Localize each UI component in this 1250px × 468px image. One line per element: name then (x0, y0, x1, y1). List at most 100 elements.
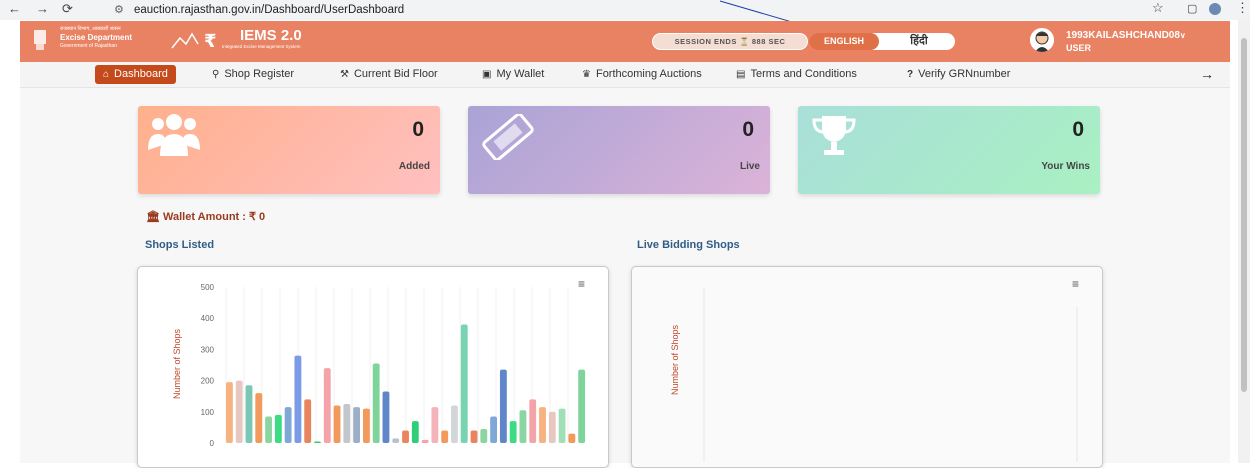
chart-bar[interactable] (382, 391, 390, 443)
user-role: USER (1066, 43, 1092, 53)
dept-sub: Government of Rajasthan (60, 43, 117, 49)
nav-label: My Wallet (496, 68, 545, 80)
file-icon: ▤ (736, 69, 746, 80)
chart-bar[interactable] (421, 439, 429, 443)
arrow-right-icon[interactable]: → (1200, 62, 1214, 87)
chart-bar[interactable] (499, 369, 507, 443)
chart-bar[interactable] (235, 380, 243, 443)
profile-icon[interactable] (1208, 0, 1222, 19)
bank-icon: 🏛 (146, 211, 160, 223)
session-label: SESSION ENDS (674, 37, 737, 46)
nav-terms-conditions[interactable]: ▤ Terms and Conditions (736, 62, 857, 87)
wallet-icon: ▣ (482, 69, 492, 80)
chart-bar[interactable] (509, 421, 517, 443)
ticket-icon (482, 114, 534, 160)
stat-card-wins[interactable]: 0 Your Wins (798, 106, 1100, 194)
chart-bar[interactable] (568, 433, 576, 443)
wallet-label: Wallet Amount : (163, 211, 246, 223)
scrollbar-thumb[interactable] (1241, 38, 1247, 392)
bookmark-star-icon[interactable]: ☆ (1152, 0, 1164, 16)
chart-bar[interactable] (470, 430, 478, 443)
question-icon: ? (907, 69, 914, 80)
chart-bar[interactable] (558, 408, 566, 443)
chart-bar[interactable] (323, 368, 331, 443)
home-icon: ⌂ (103, 69, 110, 80)
chart-bar[interactable] (294, 355, 302, 443)
forward-arrow-icon[interactable]: → (36, 1, 49, 16)
user-name[interactable]: 1993KAILASHCHAND08∨ (1066, 30, 1186, 41)
chart-bar[interactable] (529, 399, 537, 443)
chevron-down-icon: ∨ (1179, 31, 1186, 40)
chart-bar[interactable] (284, 407, 292, 443)
live-bidding-chart: ≡ Number of Shops (631, 266, 1103, 468)
live-bidding-title: Live Bidding Shops (637, 239, 740, 251)
chart-bar[interactable] (255, 393, 263, 443)
bar-chart-svg: 0 100 200 300 400 500 (201, 283, 586, 448)
chart-bar[interactable] (343, 404, 351, 443)
chart-bar[interactable] (362, 408, 370, 443)
dashboard-content: 0 Added 0 Live 0 Your Wins 🏛 Wallet Amou… (20, 88, 1230, 468)
empty-chart-svg (703, 287, 1078, 462)
users-icon (148, 114, 200, 156)
tab-icon[interactable]: ▢ (1187, 2, 1197, 15)
stat-value: 0 (742, 118, 754, 141)
address-bar[interactable]: ⚙ eauction.rajasthan.gov.in/Dashboard/Us… (106, 1, 1086, 19)
app-title: IEMS 2.0 (240, 27, 302, 44)
y-tick-label: 0 (210, 439, 215, 448)
gavel-icon: ⚒ (340, 69, 349, 80)
chart-bar[interactable] (333, 405, 341, 443)
chart-bar[interactable] (392, 438, 400, 443)
chart-bar[interactable] (245, 385, 253, 443)
chart-bar[interactable] (265, 416, 272, 443)
site-settings-icon[interactable]: ⚙ (114, 1, 124, 19)
stat-card-live[interactable]: 0 Live (468, 106, 770, 194)
avatar[interactable] (1030, 28, 1054, 52)
nav-label: Current Bid Floor (353, 68, 438, 80)
nav-verify-grn[interactable]: ? Verify GRNnumber (907, 62, 1010, 87)
stat-value: 0 (412, 118, 424, 141)
stat-card-added[interactable]: 0 Added (138, 106, 440, 194)
reload-icon[interactable]: ⟳ (62, 1, 73, 17)
app-subtitle: Integrated Excise Management System (222, 44, 301, 49)
chart-bar[interactable] (460, 324, 468, 443)
chart-bar[interactable] (451, 405, 458, 443)
chart-bar[interactable] (411, 421, 419, 443)
chart-bar[interactable] (226, 382, 233, 443)
chart-bar[interactable] (480, 428, 488, 443)
menu-dots-icon[interactable]: ⋮ (1236, 0, 1249, 16)
page-scrollbar[interactable] (1238, 20, 1250, 463)
nav-my-wallet[interactable]: ▣ My Wallet (482, 62, 544, 87)
chart-bar[interactable] (402, 430, 409, 443)
chart-bar[interactable] (372, 363, 380, 443)
chart-bar[interactable] (431, 407, 439, 443)
hindi-button[interactable]: हिंदी (889, 33, 949, 50)
y-tick-label: 100 (201, 408, 215, 417)
chart-bar[interactable] (441, 430, 449, 443)
shops-listed-title: Shops Listed (145, 239, 215, 251)
nav-dashboard[interactable]: ⌂ Dashboard (95, 65, 176, 84)
english-button[interactable]: ENGLISH (809, 33, 879, 50)
chart-bar[interactable] (314, 441, 321, 443)
nav-current-bid-floor[interactable]: ⚒ Current Bid Floor (340, 62, 438, 87)
chart-bar[interactable] (548, 411, 556, 443)
stat-label: Your Wins (1041, 161, 1090, 172)
nav-forthcoming-auctions[interactable]: ♛ Forthcoming Auctions (582, 62, 702, 87)
chart-bar[interactable] (490, 416, 498, 443)
y-tick-label: 200 (201, 377, 215, 386)
chart-bar[interactable] (353, 407, 361, 443)
nav-label: Dashboard (114, 68, 168, 80)
nav-label: Verify GRNnumber (918, 68, 1011, 80)
chart-bar[interactable] (519, 410, 527, 443)
chart-bar[interactable] (304, 399, 312, 443)
y-tick-label: 300 (201, 345, 215, 354)
svg-text:₹: ₹ (204, 31, 217, 52)
nav-label: Shop Register (224, 68, 295, 80)
trophy-icon: ♛ (582, 69, 591, 80)
y-tick-label: 400 (201, 314, 215, 323)
chart-bar[interactable] (539, 407, 546, 443)
nav-shop-register[interactable]: ⚲ Shop Register (212, 62, 294, 87)
chart-bar[interactable] (274, 414, 282, 443)
back-arrow-icon[interactable]: ← (8, 1, 21, 16)
chart-bar[interactable] (578, 369, 586, 443)
wallet-amount: 🏛 Wallet Amount : ₹ 0 (146, 210, 265, 223)
